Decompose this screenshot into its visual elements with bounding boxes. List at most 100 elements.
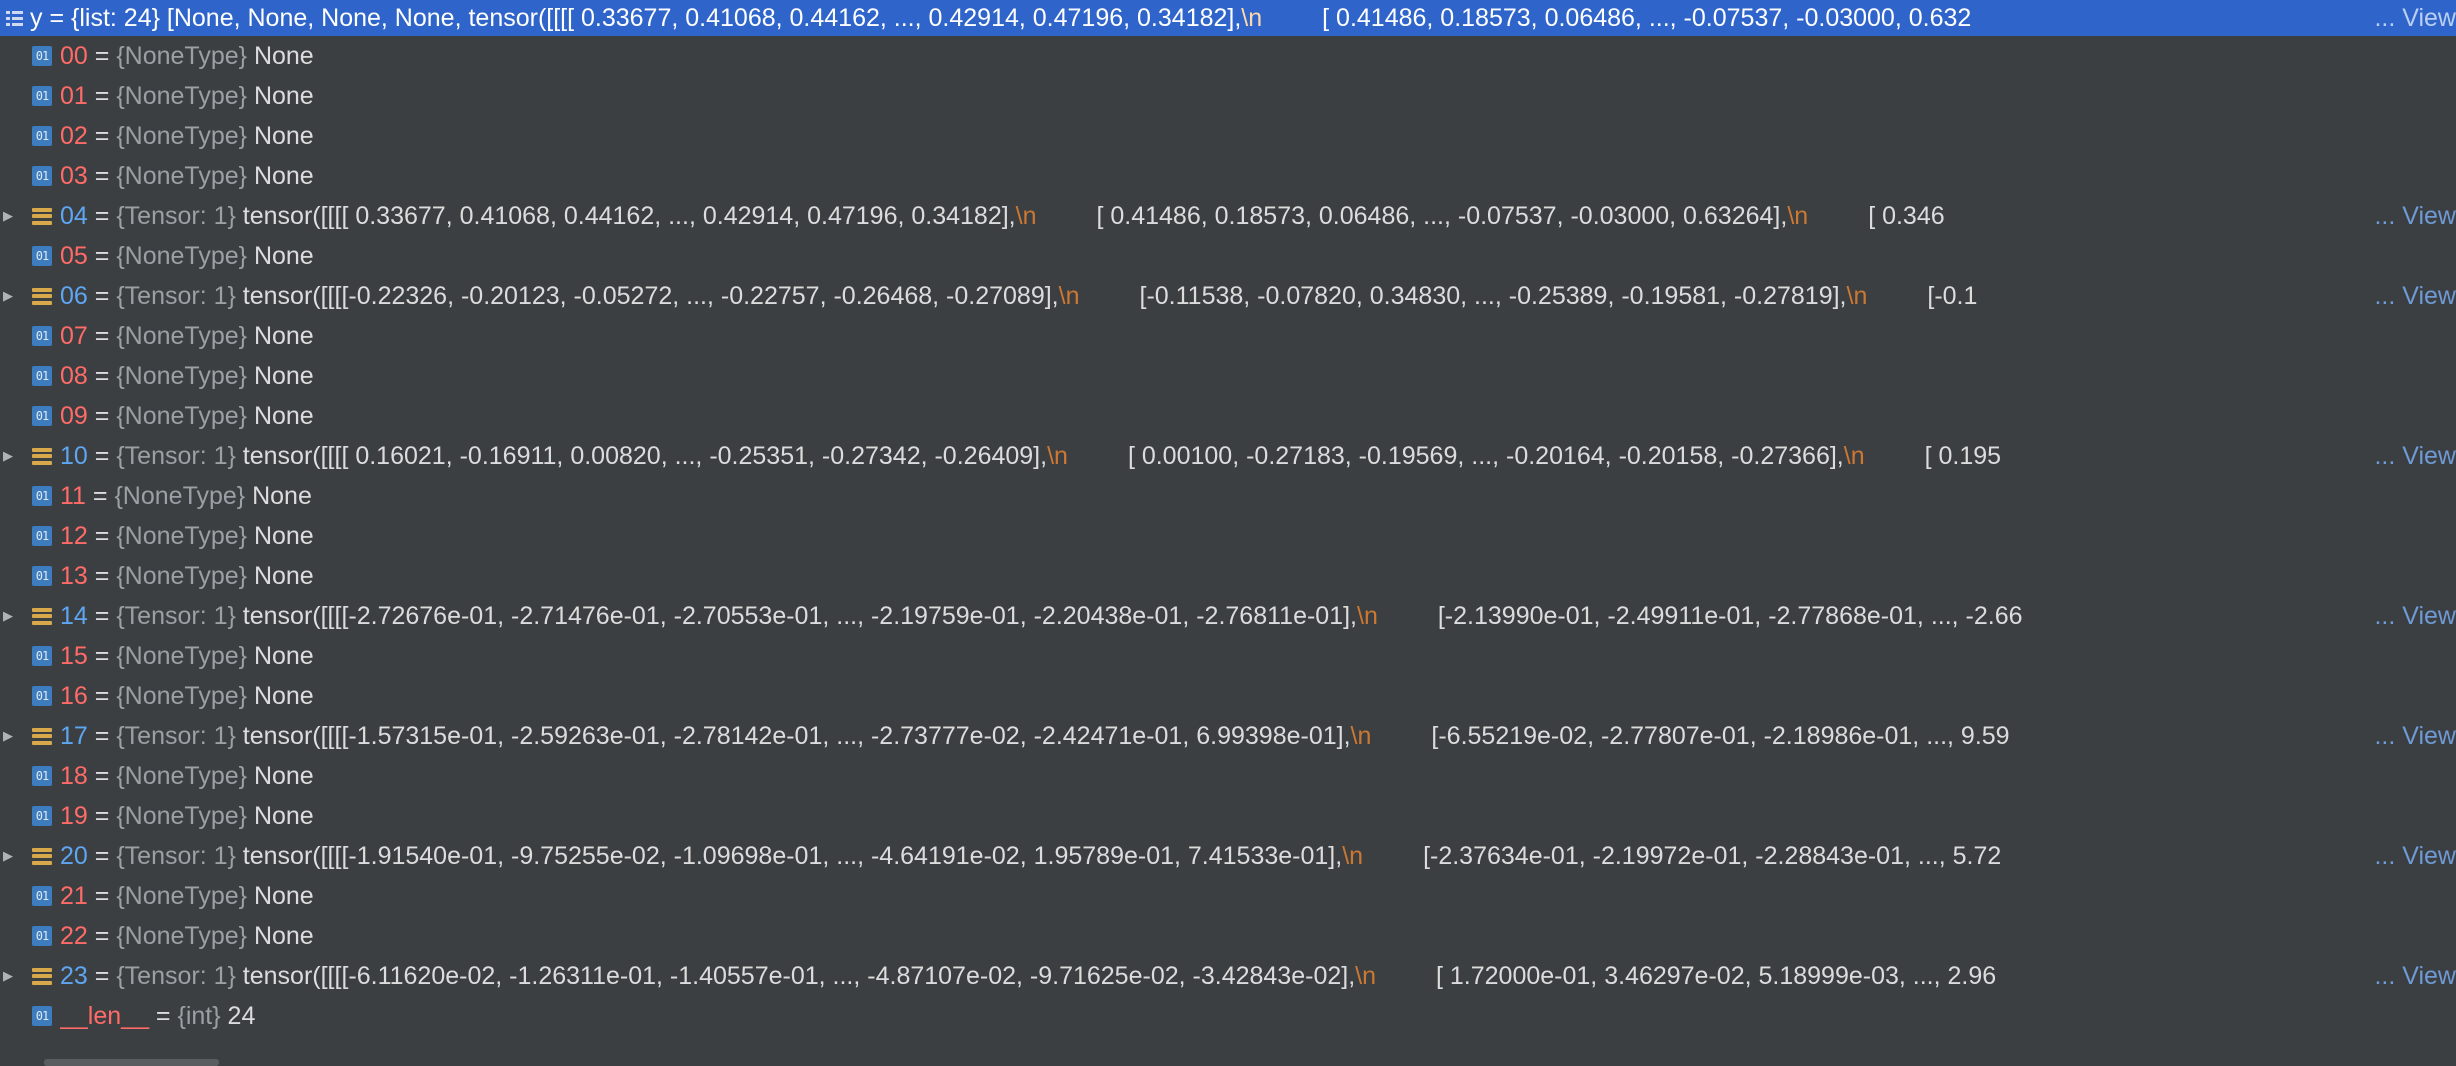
variable-name: 11	[60, 481, 86, 510]
variable-content: 02 = {NoneType} None	[60, 122, 2456, 151]
variable-type: {Tensor: 1}	[116, 281, 236, 310]
view-link[interactable]: ... View	[2352, 436, 2456, 476]
variable-value: None	[253, 801, 314, 830]
primitive-icon: 01	[32, 86, 52, 106]
variable-type: {Tensor: 1}	[116, 201, 236, 230]
expand-arrow-icon[interactable]: ▶	[0, 436, 16, 476]
variable-type: {NoneType}	[116, 361, 247, 390]
variable-content: 00 = {NoneType} None	[60, 42, 2456, 71]
variable-row[interactable]: ▶ 04 = {Tensor: 1} tensor([[[[ 0.33677, 0…	[0, 196, 2456, 236]
variable-row[interactable]: ▶ 10 = {Tensor: 1} tensor([[[[ 0.16021, -…	[0, 436, 2456, 476]
expand-arrow-icon[interactable]: ▶	[0, 276, 16, 316]
list-icon	[32, 847, 52, 865]
variable-row[interactable]: 01 __len__ = {int} 24	[0, 996, 2456, 1036]
primitive-icon: 01	[32, 486, 52, 506]
expand-arrow-icon[interactable]: ▶	[0, 196, 16, 236]
variable-content: 08 = {NoneType} None	[60, 362, 2456, 391]
variable-name: 09	[60, 401, 88, 430]
variable-type: {NoneType}	[116, 761, 247, 790]
variable-name: 10	[60, 441, 88, 470]
variable-content: 10 = {Tensor: 1} tensor([[[[ 0.16021, -0…	[60, 442, 2456, 471]
root-value-continuation: [ 0.41486, 0.18573, 0.06486, ..., -0.075…	[1322, 3, 1972, 32]
variable-content: 01 = {NoneType} None	[60, 82, 2456, 111]
variable-name: 22	[60, 921, 88, 950]
equals-sign: =	[87, 881, 117, 910]
variable-name: 19	[60, 801, 88, 830]
variable-row[interactable]: 01 21 = {NoneType} None	[0, 876, 2456, 916]
newline-marker: \n	[1047, 441, 1068, 470]
variable-name: 15	[60, 641, 88, 670]
view-link[interactable]: ... View	[2352, 276, 2456, 316]
variable-row[interactable]: 01 12 = {NoneType} None	[0, 516, 2456, 556]
expand-arrow-icon[interactable]: ▶	[0, 956, 16, 996]
equals-sign: =	[87, 641, 117, 670]
expand-arrow-icon[interactable]: ▶	[0, 596, 16, 636]
variable-row[interactable]: 01 08 = {NoneType} None	[0, 356, 2456, 396]
variable-row[interactable]: 01 07 = {NoneType} None	[0, 316, 2456, 356]
variable-row[interactable]: 01 16 = {NoneType} None	[0, 676, 2456, 716]
variable-type: {int}	[177, 1001, 221, 1030]
variable-name: 20	[60, 841, 88, 870]
variable-type: {NoneType}	[116, 81, 247, 110]
variable-content: 15 = {NoneType} None	[60, 642, 2456, 671]
variable-value: None	[253, 41, 314, 70]
equals-sign: =	[87, 41, 117, 70]
variable-row[interactable]: 01 13 = {NoneType} None	[0, 556, 2456, 596]
horizontal-scrollbar[interactable]	[44, 1059, 219, 1066]
variable-row[interactable]: ▶ 14 = {Tensor: 1} tensor([[[[-2.72676e-0…	[0, 596, 2456, 636]
variable-row[interactable]: 01 09 = {NoneType} None	[0, 396, 2456, 436]
primitive-icon: 01	[32, 406, 52, 426]
variable-row[interactable]: 01 00 = {NoneType} None	[0, 36, 2456, 76]
newline-marker: \n	[1843, 441, 1865, 470]
variable-row[interactable]: 01 02 = {NoneType} None	[0, 116, 2456, 156]
view-link[interactable]: ... View	[2352, 956, 2456, 996]
expand-arrow-icon[interactable]: ▶	[0, 836, 16, 876]
view-link[interactable]: ... View	[2352, 0, 2456, 36]
variable-row[interactable]: ▶ 06 = {Tensor: 1} tensor([[[[-0.22326, -…	[0, 276, 2456, 316]
variable-row[interactable]: 01 03 = {NoneType} None	[0, 156, 2456, 196]
variable-name: 16	[60, 681, 88, 710]
variable-type: {NoneType}	[116, 561, 247, 590]
equals-sign: =	[87, 121, 117, 150]
variable-row[interactable]: 01 22 = {NoneType} None	[0, 916, 2456, 956]
view-link[interactable]: ... View	[2352, 716, 2456, 756]
view-link[interactable]: ... View	[2352, 836, 2456, 876]
variable-name: 18	[60, 761, 88, 790]
variable-row[interactable]: ▶ 17 = {Tensor: 1} tensor([[[[-1.57315e-0…	[0, 716, 2456, 756]
variable-row[interactable]: 01 01 = {NoneType} None	[0, 76, 2456, 116]
variable-content: 21 = {NoneType} None	[60, 882, 2456, 911]
variable-row[interactable]: 01 19 = {NoneType} None	[0, 796, 2456, 836]
variable-row[interactable]: ▶ 23 = {Tensor: 1} tensor([[[[-6.11620e-0…	[0, 956, 2456, 996]
expand-arrow-icon[interactable]: ▶	[0, 716, 16, 756]
variable-summary: y = {list: 24} [None, None, None, None, …	[30, 4, 2456, 33]
view-link[interactable]: ... View	[2352, 596, 2456, 636]
variable-row-y[interactable]: y = {list: 24} [None, None, None, None, …	[0, 0, 2456, 36]
primitive-icon: 01	[32, 566, 52, 586]
primitive-icon: 01	[32, 366, 52, 386]
variable-value-continuation: [-0.11538, -0.07820, 0.34830, ..., -0.25…	[1139, 281, 1847, 310]
variable-value: None	[252, 481, 312, 510]
variable-name: 14	[60, 601, 88, 630]
variable-content: 06 = {Tensor: 1} tensor([[[[-0.22326, -0…	[60, 282, 2456, 311]
variable-value-continuation-2: [ 0.346	[1868, 201, 1945, 230]
variable-value-continuation: [ 0.00100, -0.27183, -0.19569, ..., -0.2…	[1127, 441, 1844, 470]
variable-value: tensor([[[[-1.91540e-01, -9.75255e-02, -…	[242, 841, 1343, 870]
variable-row[interactable]: 01 18 = {NoneType} None	[0, 756, 2456, 796]
variable-row[interactable]: ▶ 20 = {Tensor: 1} tensor([[[[-1.91540e-0…	[0, 836, 2456, 876]
variable-value: None	[253, 401, 314, 430]
variable-row[interactable]: 01 11 = {NoneType} None	[0, 476, 2456, 516]
view-link[interactable]: ... View	[2352, 196, 2456, 236]
variable-row[interactable]: 01 15 = {NoneType} None	[0, 636, 2456, 676]
variable-row[interactable]: 01 05 = {NoneType} None	[0, 236, 2456, 276]
variable-content: 16 = {NoneType} None	[60, 682, 2456, 711]
